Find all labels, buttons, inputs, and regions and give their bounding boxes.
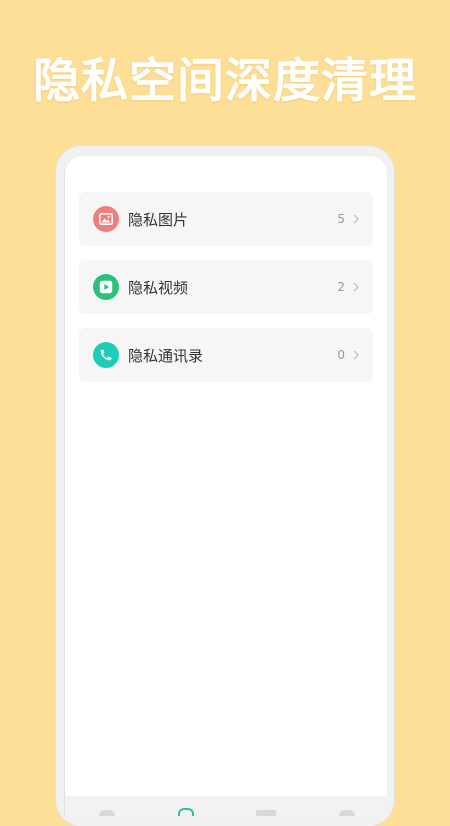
- chevron-right-icon: [349, 282, 363, 292]
- privacy-videos-label: 隐私视频: [128, 278, 189, 297]
- phone-icon: [93, 342, 119, 368]
- clean-icon[interactable]: [178, 808, 194, 816]
- play-icon: [93, 274, 119, 300]
- promo-headline: 隐私空间深度清理: [33, 54, 417, 109]
- chevron-right-icon: [349, 350, 363, 360]
- privacy-videos-item[interactable]: 隐私视频 2: [79, 260, 373, 314]
- privacy-videos-count: 2: [337, 280, 345, 294]
- bottom-tab-bar: [65, 796, 387, 816]
- profile-icon[interactable]: [339, 810, 355, 816]
- privacy-photos-count: 5: [337, 212, 345, 226]
- privacy-photos-item[interactable]: 隐私图片 5: [79, 192, 373, 246]
- chevron-right-icon: [349, 214, 363, 224]
- privacy-contacts-count: 0: [337, 348, 345, 362]
- home-icon[interactable]: [99, 810, 115, 816]
- privacy-contacts-item[interactable]: 隐私通讯录 0: [79, 328, 373, 382]
- tools-icon[interactable]: [256, 810, 276, 816]
- privacy-photos-label: 隐私图片: [128, 210, 189, 229]
- image-icon: [93, 206, 119, 232]
- privacy-contacts-label: 隐私通讯录: [128, 346, 204, 365]
- app-screen: 隐私图片 5 隐私视频 2 隐私通讯录 0: [64, 156, 387, 816]
